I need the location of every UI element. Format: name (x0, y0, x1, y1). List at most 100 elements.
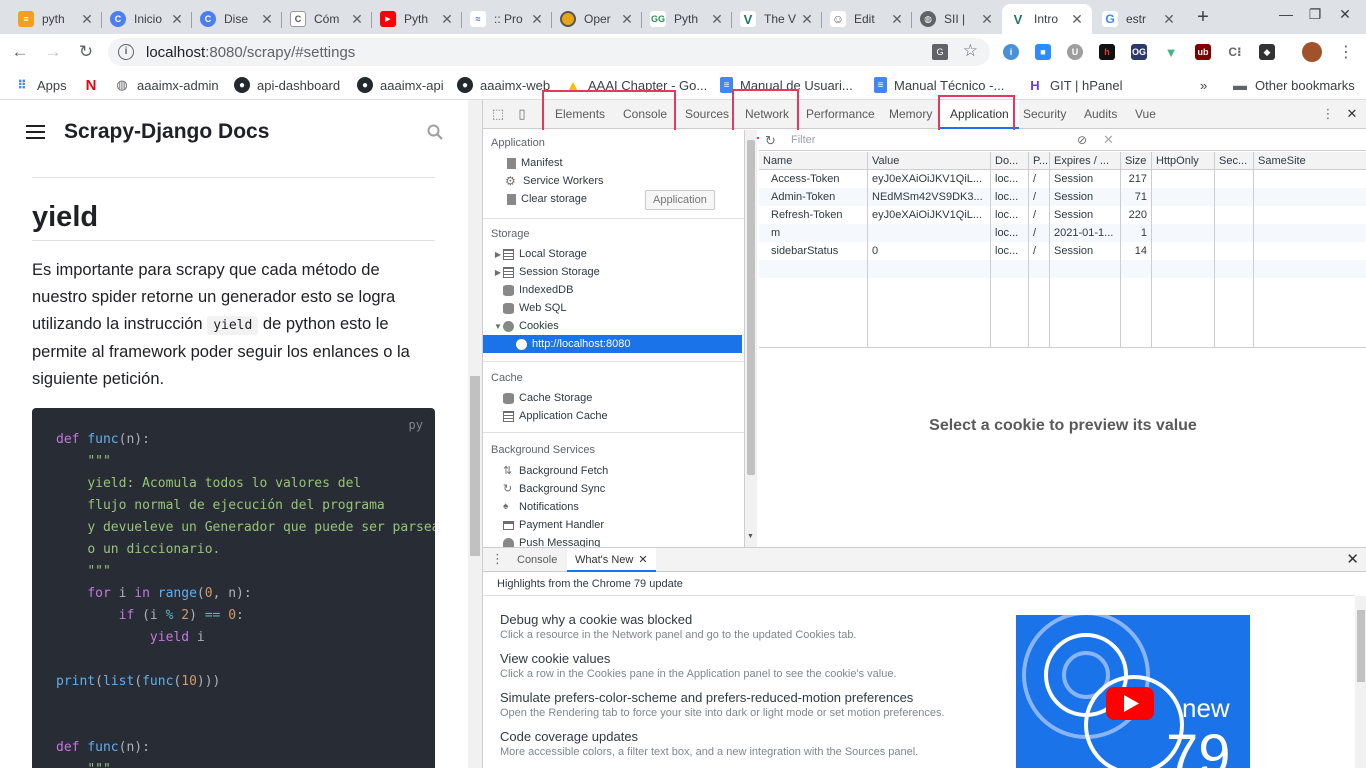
close-tab-icon[interactable]: ✕ (1070, 11, 1084, 28)
extension-icon[interactable]: ◆ (1259, 44, 1275, 60)
extension-icon[interactable]: U (1067, 44, 1083, 60)
bookmark-api-dashboard[interactable]: ● api-dashboard (234, 76, 340, 94)
sidebar-item-indexeddb[interactable]: IndexedDB (483, 281, 742, 299)
sidebar-item-payment-handler[interactable]: Payment Handler (483, 516, 742, 534)
column-header[interactable]: Name (759, 152, 867, 170)
whats-new-item[interactable]: Simulate prefers-color-scheme and prefer… (500, 690, 1000, 719)
zoom-extension-icon[interactable]: ■ (1035, 44, 1051, 60)
translate-icon[interactable]: G (932, 44, 948, 60)
sidebar-item-notifications[interactable]: ♠ Notifications (483, 498, 742, 516)
close-tab-icon[interactable]: ✕ (980, 11, 994, 28)
bookmark-aaaimx-web[interactable]: ● aaaimx-web (457, 76, 550, 94)
column-header[interactable]: P... (1029, 152, 1049, 170)
bookmark-aaaimx-admin[interactable]: ◍ aaaimx-admin (114, 76, 218, 94)
browser-tab[interactable]: ◍ SII | ✕ (912, 4, 1002, 34)
extension-icon[interactable]: i (1003, 44, 1019, 60)
bookmark-netflix[interactable]: N (83, 76, 106, 94)
chrome-79-video-thumbnail[interactable]: new 79 (1016, 615, 1250, 768)
browser-tab[interactable]: ☺ Edit ✕ (822, 4, 912, 34)
sidebar-item-manifest[interactable]: Manifest (483, 154, 742, 172)
forward-arrow-icon[interactable]: → (41, 40, 65, 64)
column-header[interactable]: Value (868, 152, 990, 170)
browser-tab[interactable]: C Inicio ✕ (102, 4, 192, 34)
close-devtools-icon[interactable]: ✕ (1345, 107, 1359, 121)
hamburger-menu-icon[interactable] (26, 125, 45, 139)
tab-memory[interactable]: Memory (879, 100, 942, 129)
tab-vue[interactable]: Vue (1125, 100, 1166, 129)
page-scrollbar[interactable] (468, 100, 482, 768)
close-tab-icon[interactable]: ✕ (530, 11, 544, 28)
close-tab-icon[interactable]: ✕ (800, 11, 814, 28)
whats-new-item[interactable]: Debug why a cookie was blocked Click a r… (500, 612, 1000, 641)
drawer-scrollbar[interactable] (1355, 596, 1366, 768)
sidebar-item-local-storage[interactable]: ▶ Local Storage (483, 245, 742, 263)
close-window-button[interactable]: ✕ (1335, 6, 1355, 23)
address-bar[interactable]: i localhost:8080/scrapy/#settings G ☆ (108, 38, 990, 66)
sidebar-scrollbar[interactable]: ▼ (745, 130, 757, 547)
site-title[interactable]: Scrapy-Django Docs (64, 120, 269, 144)
close-tab-icon[interactable]: ✕ (620, 11, 634, 28)
browser-tab-active[interactable]: V Intro ✕ (1002, 4, 1092, 34)
table-row[interactable]: Admin-Token NEdMSm42VS9DK3... loc... / S… (759, 188, 1366, 206)
profile-avatar[interactable] (1302, 42, 1322, 62)
delete-selected-icon[interactable]: ✕ (1103, 132, 1114, 148)
close-tab-icon[interactable]: ✕ (440, 11, 454, 28)
browser-tab[interactable]: ▶ Pyth ✕ (372, 4, 462, 34)
column-header[interactable]: Do... (991, 152, 1028, 170)
tab-performance[interactable]: Performance (796, 100, 885, 129)
column-header[interactable]: Size (1121, 152, 1151, 170)
cookie-filter-input[interactable]: Filter (787, 132, 1057, 149)
inspect-element-icon[interactable]: ⬚ (491, 107, 505, 121)
browser-tab[interactable]: C Cóm ✕ (282, 4, 372, 34)
drawer-tab-console[interactable]: Console (509, 548, 565, 572)
column-header[interactable]: Expires / ... (1050, 152, 1120, 170)
device-toolbar-icon[interactable]: ▯ (515, 107, 529, 121)
maximize-window-button[interactable]: ❐ (1305, 6, 1325, 23)
table-row[interactable]: m loc... / 2021-01-1... 1 (759, 224, 1366, 242)
extension-icon[interactable]: C⁝ (1227, 44, 1243, 60)
new-tab-button[interactable]: + (1192, 6, 1214, 29)
other-bookmarks-folder[interactable]: ▬ Other bookmarks (1232, 76, 1355, 94)
close-tab-icon[interactable]: ✕ (260, 11, 274, 28)
column-header[interactable]: SameSite (1254, 152, 1364, 170)
bookmark-git-hpanel[interactable]: H GIT | hPanel (1027, 76, 1122, 94)
bookmark-apps[interactable]: ⠿ Apps (14, 76, 66, 94)
sidebar-item-background-sync[interactable]: ↻ Background Sync (483, 480, 742, 498)
table-row[interactable]: Access-Token eyJ0eXAiOiJKV1QiL... loc...… (759, 170, 1366, 188)
bookmark-manual-tecnico[interactable]: ≡ Manual Técnico -... (874, 76, 1004, 94)
reload-icon[interactable]: ↻ (74, 40, 98, 64)
back-arrow-icon[interactable]: ← (8, 40, 32, 64)
whats-new-item[interactable]: Code coverage updates More accessible co… (500, 729, 1000, 758)
close-tab-icon[interactable]: ✕ (170, 11, 184, 28)
sidebar-item-application-cache[interactable]: Application Cache (483, 407, 742, 425)
clear-all-cookies-icon[interactable]: ⊘ (1077, 133, 1087, 147)
table-row[interactable]: sidebarStatus 0 loc... / Session 14 (759, 242, 1366, 260)
bookmarks-overflow-button[interactable]: » (1200, 76, 1207, 94)
browser-tab[interactable]: V The V ✕ (732, 4, 822, 34)
sidebar-item-web-sql[interactable]: Web SQL (483, 299, 742, 317)
sidebar-item-service-workers[interactable]: ⚙ Service Workers (483, 172, 742, 190)
browser-tab[interactable]: C Dise ✕ (192, 4, 282, 34)
close-drawer-tab-icon[interactable]: ✕ (638, 554, 647, 566)
extension-icon[interactable]: h (1099, 44, 1115, 60)
browser-tab[interactable]: G estr ✕ (1094, 4, 1184, 34)
sidebar-item-session-storage[interactable]: ▶ Session Storage (483, 263, 742, 281)
table-row[interactable]: Refresh-Token eyJ0eXAiOiJKV1QiL... loc..… (759, 206, 1366, 224)
tab-audits[interactable]: Audits (1074, 100, 1127, 129)
ublock-extension-icon[interactable]: ub (1195, 44, 1211, 60)
tab-security[interactable]: Security (1013, 100, 1076, 129)
sidebar-item-cookie-origin[interactable]: http://localhost:8080 (483, 335, 742, 353)
browser-tab[interactable]: ≡ pyth ✕ (10, 4, 102, 34)
sidebar-item-cookies[interactable]: ▼ Cookies (483, 317, 742, 335)
column-header[interactable]: Sec... (1215, 152, 1253, 170)
browser-tab[interactable]: ≈ :: Pro ✕ (462, 4, 552, 34)
browser-tab[interactable]: Oper ✕ (552, 4, 642, 34)
minimize-window-button[interactable]: — (1276, 6, 1296, 22)
close-tab-icon[interactable]: ✕ (1162, 11, 1176, 28)
column-header[interactable]: HttpOnly (1152, 152, 1214, 170)
sidebar-item-cache-storage[interactable]: Cache Storage (483, 389, 742, 407)
close-tab-icon[interactable]: ✕ (890, 11, 904, 28)
close-tab-icon[interactable]: ✕ (710, 11, 724, 28)
close-tab-icon[interactable]: ✕ (80, 11, 94, 28)
browser-tab[interactable]: GG Pyth ✕ (642, 4, 732, 34)
